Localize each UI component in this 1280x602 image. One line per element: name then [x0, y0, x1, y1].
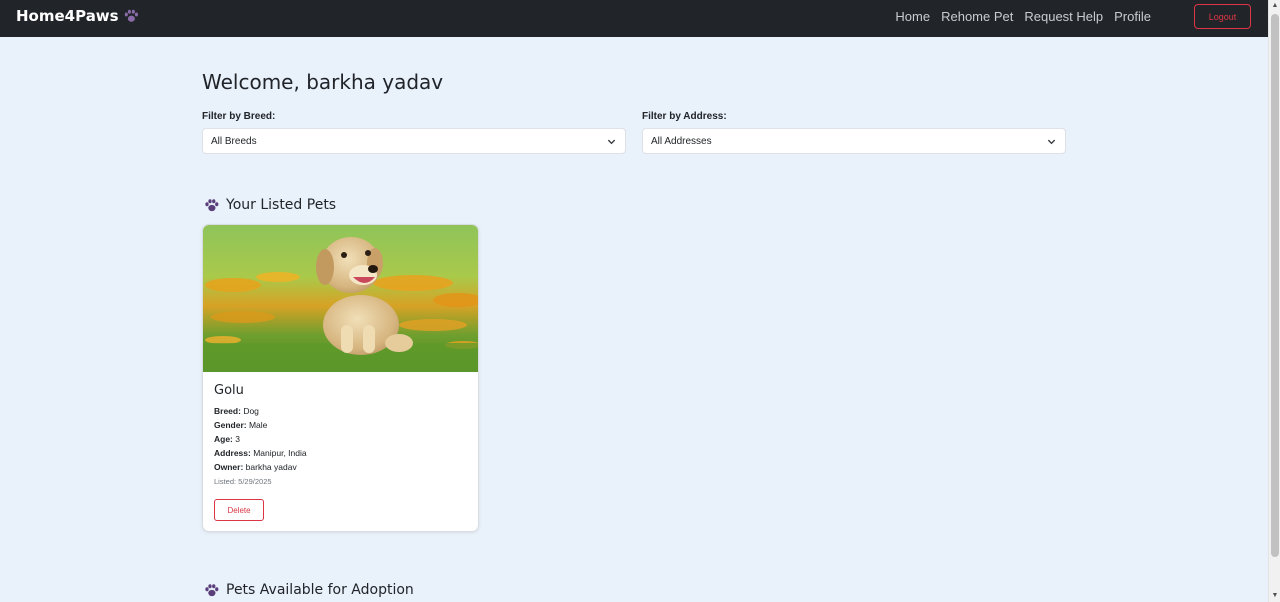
chevron-down-icon	[607, 139, 616, 145]
listed-pets-title: Your Listed Pets	[226, 197, 337, 213]
scroll-down-icon[interactable]: ▼	[1271, 592, 1279, 600]
paw-icon	[124, 9, 138, 22]
paw-icon	[205, 584, 219, 597]
delete-pet-button[interactable]: Delete	[214, 499, 264, 521]
pet-listed-date: Listed: 5/29/2025	[214, 477, 272, 486]
pet-name: Golu	[214, 383, 244, 398]
pet-card: Golu Breed: Dog Gender: Male Age: 3 Addr…	[202, 224, 479, 532]
pet-owner: Owner: barkha yadav	[214, 462, 297, 473]
pet-age-value: 3	[235, 434, 240, 444]
address-filter-value: All Addresses	[651, 135, 712, 147]
navbar: Home4Paws Home Rehome Pet Request Help P…	[0, 0, 1268, 37]
page-scrollbar[interactable]: ▲ ▼	[1268, 0, 1280, 602]
pet-gender-label: Gender:	[214, 420, 247, 430]
pet-address-label: Address:	[214, 448, 251, 458]
pet-photo	[203, 225, 478, 372]
pet-breed-value: Dog	[243, 406, 259, 416]
breed-filter-label: Filter by Breed:	[202, 111, 276, 122]
pet-age-label: Age:	[214, 434, 233, 444]
welcome-heading: Welcome, barkha yadav	[202, 70, 444, 94]
scroll-up-icon[interactable]: ▲	[1271, 2, 1279, 10]
paw-icon	[205, 199, 219, 212]
breed-filter-select[interactable]: All Breeds	[202, 128, 626, 154]
pet-address-value: Manipur, India	[253, 448, 307, 458]
pet-breed: Breed: Dog	[214, 406, 259, 417]
adoption-pets-heading: Pets Available for Adoption	[204, 582, 414, 598]
logout-button[interactable]: Logout	[1194, 4, 1251, 29]
brand-link[interactable]: Home4Paws	[16, 7, 139, 25]
breed-filter-value: All Breeds	[211, 135, 257, 147]
pet-age: Age: 3	[214, 434, 240, 445]
chevron-down-icon	[1047, 139, 1056, 145]
pet-owner-value: barkha yadav	[245, 462, 297, 472]
nav-links: Home Rehome Pet Request Help Profile	[895, 9, 1151, 25]
pet-gender: Gender: Male	[214, 420, 267, 431]
pet-gender-value: Male	[248, 420, 268, 430]
nav-link-home[interactable]: Home	[895, 9, 930, 25]
pet-address: Address: Manipur, India	[214, 448, 307, 459]
pet-breed-label: Breed:	[214, 406, 241, 416]
address-filter-select[interactable]: All Addresses	[642, 128, 1066, 154]
scrollbar-thumb[interactable]	[1271, 14, 1279, 557]
nav-link-request-help[interactable]: Request Help	[1024, 9, 1103, 25]
adoption-pets-title: Pets Available for Adoption	[226, 582, 414, 598]
address-filter-label: Filter by Address:	[642, 111, 727, 122]
brand-name: Home4Paws	[16, 7, 119, 25]
nav-link-profile[interactable]: Profile	[1114, 9, 1151, 25]
nav-link-rehome-pet[interactable]: Rehome Pet	[941, 9, 1013, 25]
pet-owner-label: Owner:	[214, 462, 244, 472]
listed-pets-heading: Your Listed Pets	[204, 197, 336, 213]
